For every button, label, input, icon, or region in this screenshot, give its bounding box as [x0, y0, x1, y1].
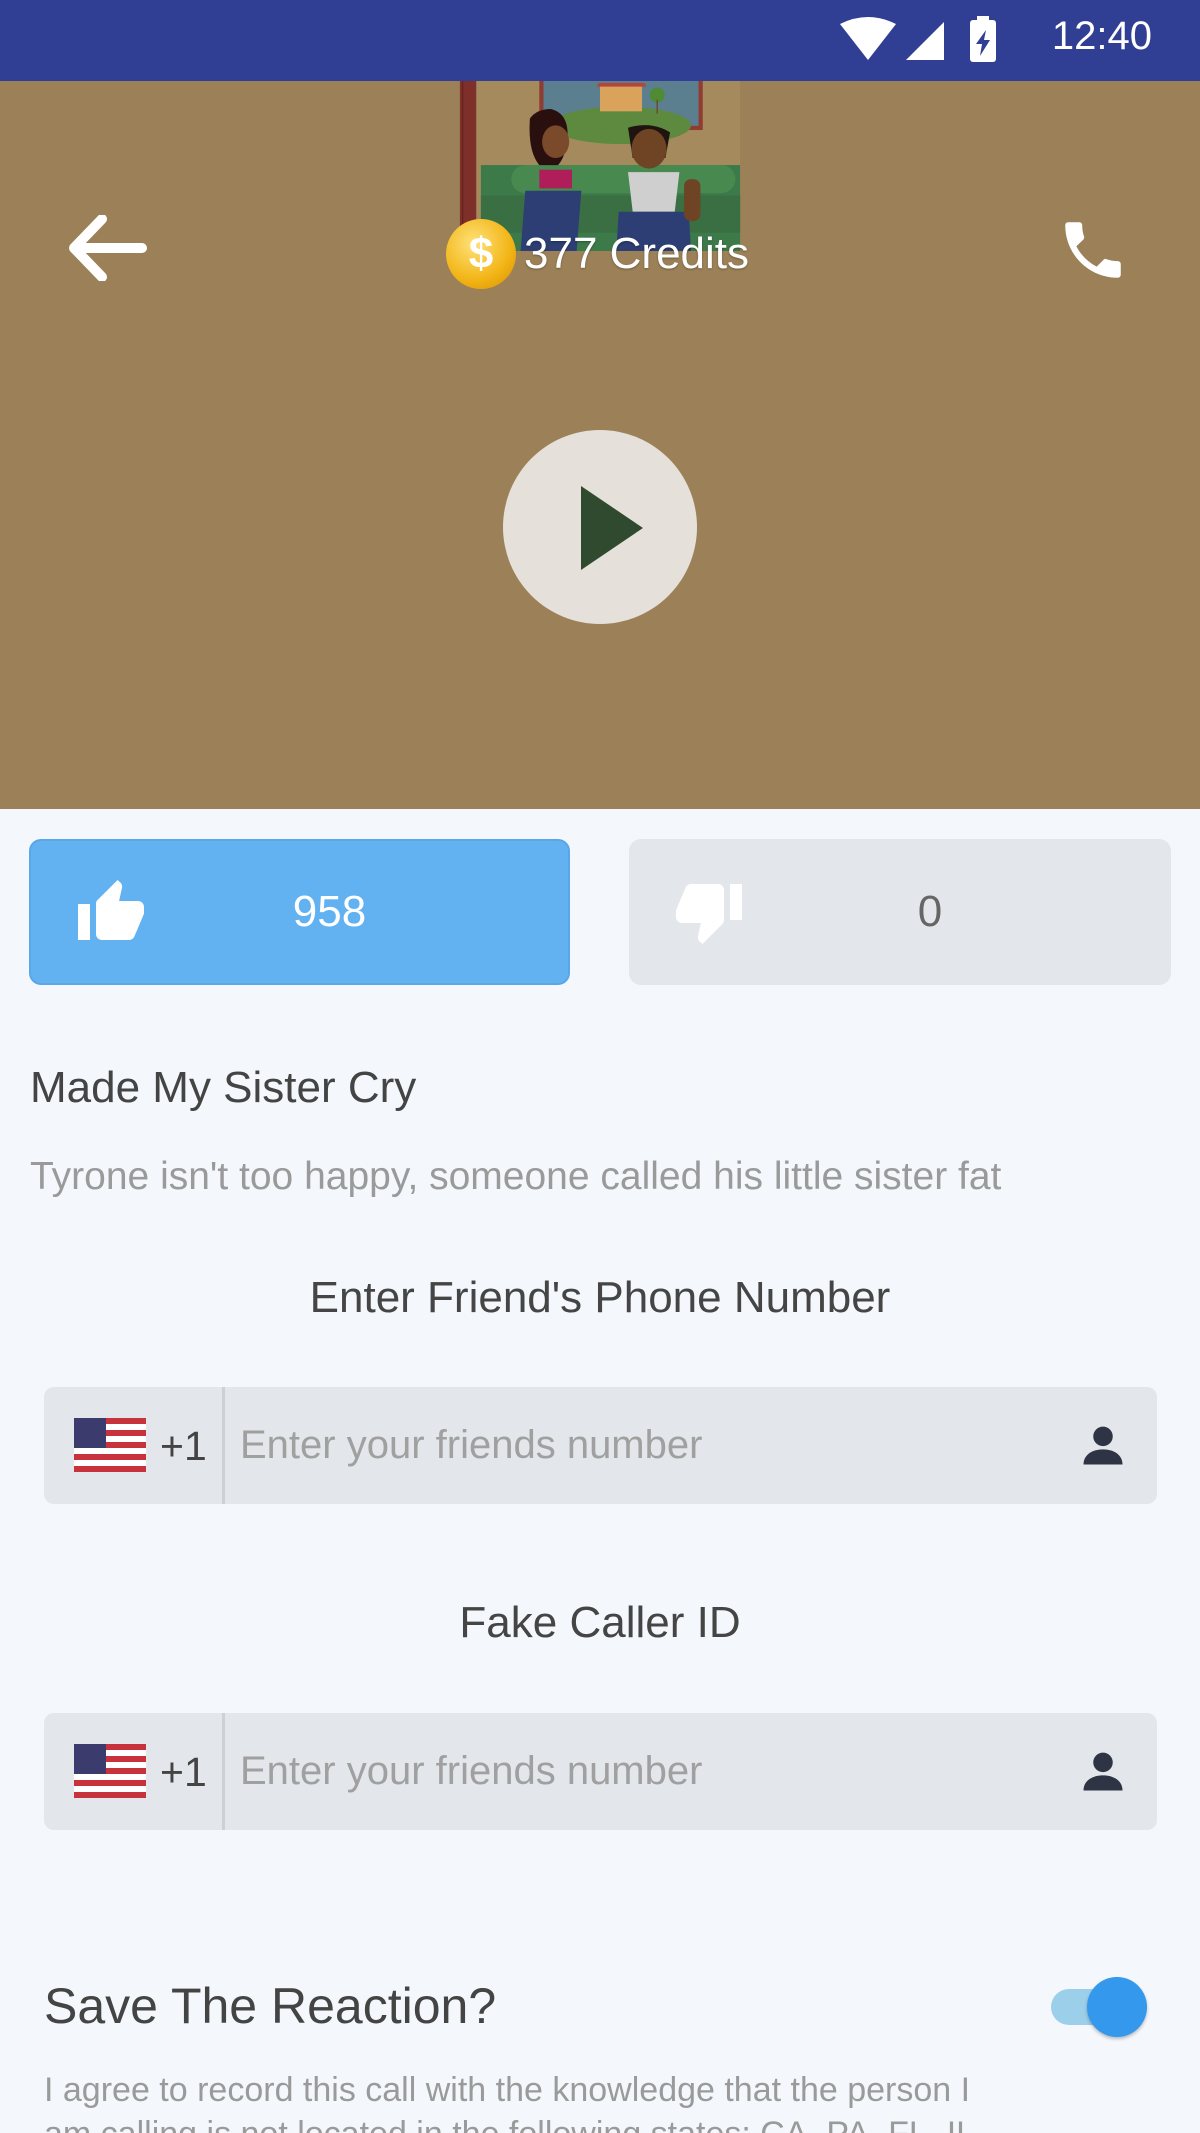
- friend-phone-input[interactable]: [240, 1387, 1060, 1504]
- caller-id-field: +1: [44, 1713, 1157, 1830]
- dislike-count: 0: [917, 887, 943, 936]
- prank-video-thumbnail[interactable]: $ 377 Credits: [0, 81, 1200, 809]
- save-reaction-toggle[interactable]: [1049, 1977, 1147, 2037]
- country-code[interactable]: +1: [160, 1423, 207, 1470]
- us-flag-icon[interactable]: [74, 1744, 146, 1798]
- caller-id-label: Fake Caller ID: [459, 1598, 741, 1647]
- status-bar: 12:40: [0, 0, 1200, 81]
- coin-icon: $: [446, 219, 516, 289]
- wifi-icon: [840, 17, 896, 60]
- status-time: 12:40: [1051, 14, 1152, 58]
- field-divider: [222, 1387, 225, 1504]
- call-button[interactable]: [1054, 213, 1132, 287]
- contact-icon[interactable]: [1077, 1745, 1129, 1797]
- us-flag-icon[interactable]: [74, 1418, 146, 1472]
- field-divider: [222, 1713, 225, 1830]
- like-button[interactable]: 958: [29, 839, 570, 985]
- prank-description: Tyrone isn't too happy, someone called h…: [30, 1155, 1002, 1198]
- back-arrow-icon: [69, 214, 147, 282]
- battery-icon: [970, 16, 996, 62]
- signal-icon: [906, 22, 944, 60]
- caller-id-input[interactable]: [240, 1713, 1060, 1830]
- like-count: 958: [292, 887, 367, 936]
- friend-phone-label: Enter Friend's Phone Number: [309, 1273, 891, 1322]
- country-code[interactable]: +1: [160, 1749, 207, 1796]
- prank-title: Made My Sister Cry: [30, 1063, 417, 1112]
- status-icons: [840, 16, 996, 62]
- credits-display: $ 377 Credits: [446, 219, 750, 289]
- dislike-button[interactable]: 0: [629, 839, 1171, 985]
- contact-icon[interactable]: [1077, 1419, 1129, 1471]
- play-button[interactable]: [503, 430, 697, 624]
- toggle-thumb: [1087, 1977, 1147, 2037]
- friend-phone-field: +1: [44, 1387, 1157, 1504]
- save-reaction-label: Save The Reaction?: [44, 1978, 497, 2034]
- recording-agreement: I agree to record this call with the kno…: [44, 2071, 975, 2133]
- credits-text: 377 Credits: [524, 229, 750, 278]
- back-button[interactable]: [68, 214, 148, 282]
- phone-icon: [1065, 222, 1121, 278]
